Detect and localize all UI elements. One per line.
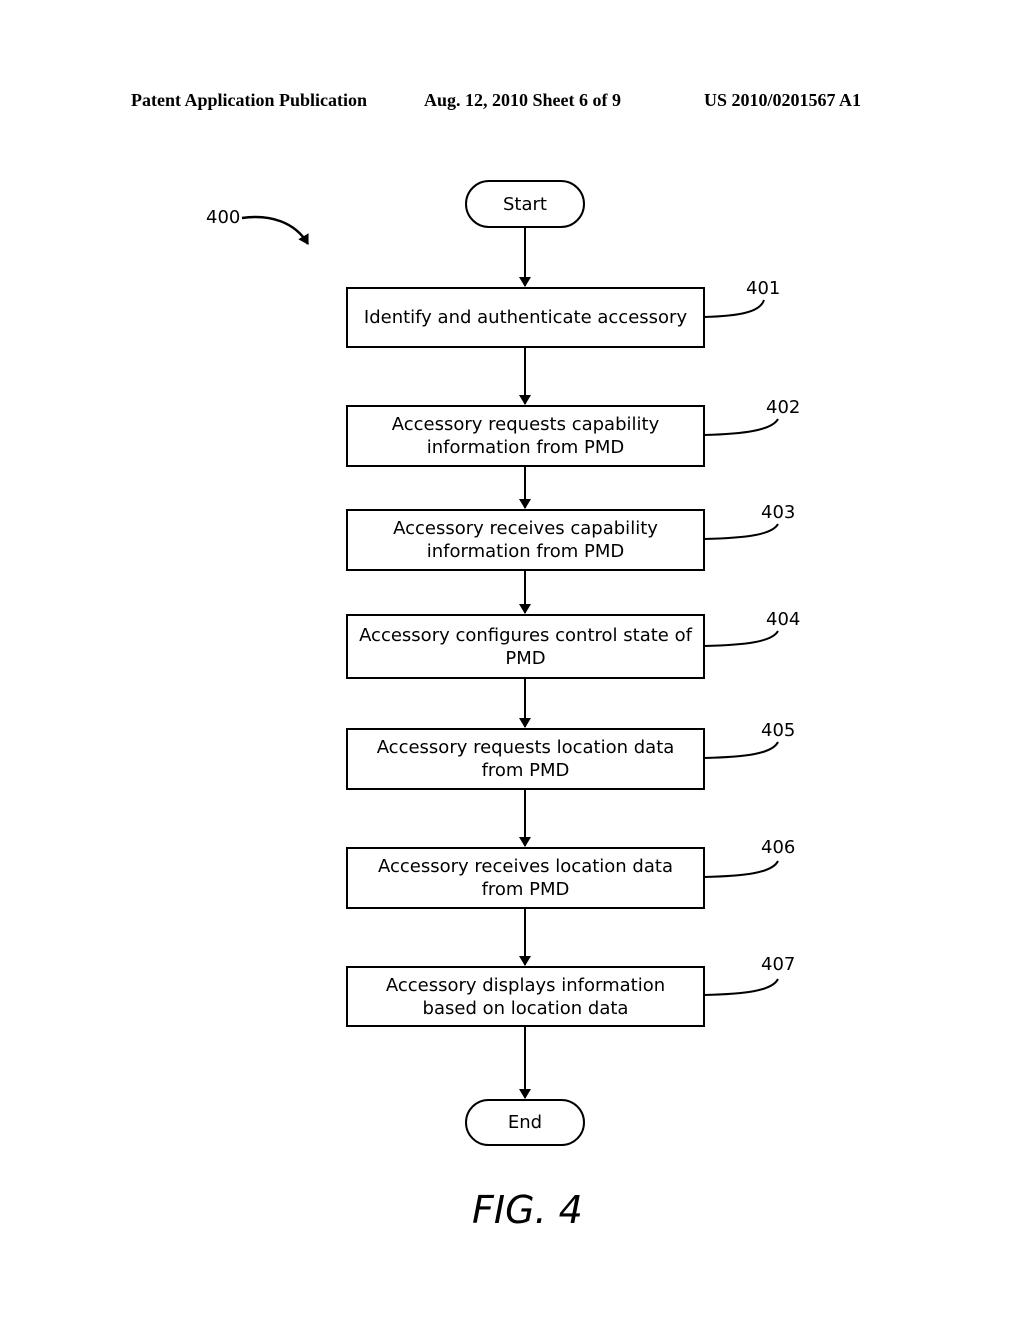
step-407-box: Accessory displays information based on … bbox=[346, 966, 705, 1027]
ref-404: 404 bbox=[766, 609, 801, 630]
ref-400: 400 bbox=[206, 207, 241, 228]
step-404-box: Accessory configures control state of PM… bbox=[346, 614, 705, 679]
start-terminal: Start bbox=[465, 180, 585, 228]
leader-407 bbox=[703, 978, 779, 996]
step-403-box: Accessory receives capability informatio… bbox=[346, 509, 705, 571]
leader-403 bbox=[703, 523, 779, 540]
leader-406 bbox=[703, 860, 779, 878]
start-label: Start bbox=[503, 193, 547, 215]
ref-406: 406 bbox=[761, 837, 796, 858]
end-terminal: End bbox=[465, 1099, 585, 1146]
ref-402: 402 bbox=[766, 397, 801, 418]
ref-401: 401 bbox=[746, 278, 781, 299]
leader-401 bbox=[703, 299, 765, 318]
leader-405 bbox=[703, 741, 779, 759]
ref-400-arrow bbox=[241, 215, 310, 245]
step-402-box: Accessory requests capability informatio… bbox=[346, 405, 705, 467]
step-405-box: Accessory requests location data from PM… bbox=[346, 728, 705, 790]
ref-403: 403 bbox=[761, 502, 796, 523]
step-401-box: Identify and authenticate accessory bbox=[346, 287, 705, 348]
ref-405: 405 bbox=[761, 720, 796, 741]
leader-402 bbox=[703, 418, 779, 436]
step-406-box: Accessory receives location data from PM… bbox=[346, 847, 705, 909]
end-label: End bbox=[507, 1112, 543, 1133]
figure-label: FIG. 4 bbox=[472, 1188, 583, 1232]
leader-404 bbox=[703, 630, 779, 647]
ref-407: 407 bbox=[761, 954, 796, 975]
